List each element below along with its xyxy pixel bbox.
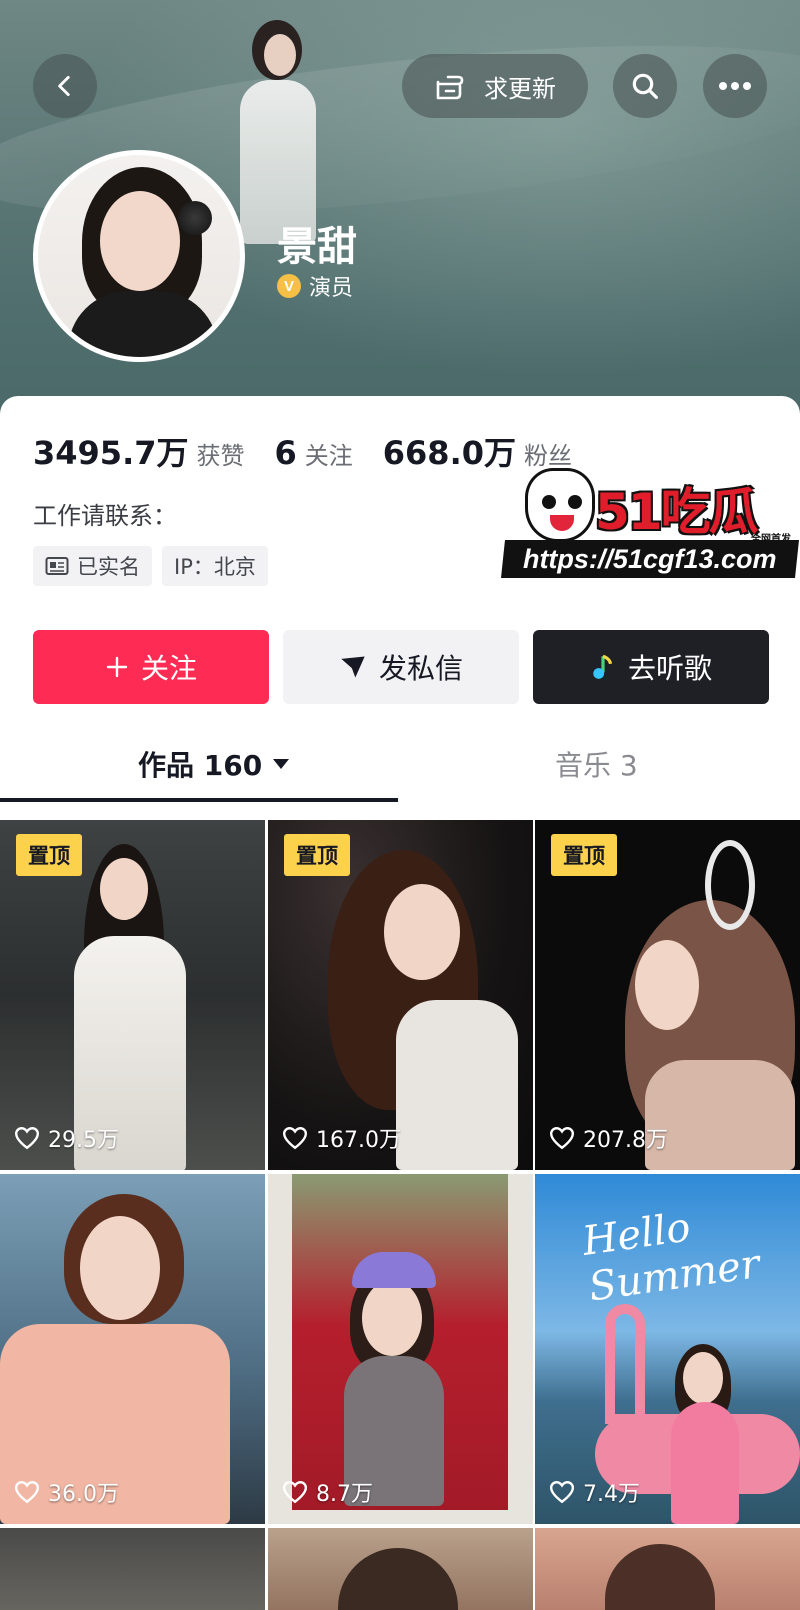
video-thumbnail: [0, 1194, 240, 1524]
video-item[interactable]: 置顶 29.5万: [0, 820, 265, 1170]
followers-label[interactable]: 粉丝: [524, 436, 572, 471]
follow-label: 关注: [140, 652, 197, 685]
follow-button[interactable]: 关注: [33, 630, 269, 704]
cover-figure: [236, 14, 322, 244]
video-grid: 置顶 29.5万 置顶 167.0万 置顶 207.8万 36.0万 8.7万 …: [0, 820, 800, 1610]
video-item[interactable]: [535, 1528, 800, 1610]
real-name-label: 已实名: [77, 555, 140, 579]
listen-music-button[interactable]: 去听歌: [533, 630, 769, 704]
ip-location-tag: IP：北京: [162, 546, 268, 586]
video-item[interactable]: Hello Summer 7.4万: [535, 1174, 800, 1524]
watermark: 51吃瓜 全网首发 https://51cgf13.com: [501, 468, 799, 578]
pointing-hand-icon: [436, 75, 464, 100]
watermark-logo: 51吃瓜: [595, 483, 759, 541]
tab-music-label: 音乐 3: [555, 749, 638, 782]
music-note-icon: [593, 654, 613, 679]
likes-count-label: 167.0万: [316, 1128, 401, 1153]
content-tabs: 作品 160 音乐 3: [0, 726, 800, 802]
back-button[interactable]: [33, 54, 97, 118]
video-thumbnail: [605, 840, 800, 1170]
video-likes: 167.0万: [282, 1122, 401, 1154]
likes-count-label: 29.5万: [48, 1128, 119, 1153]
request-update-button[interactable]: 求更新: [402, 54, 588, 118]
profile-cover: 求更新 景甜 V 演员: [0, 0, 800, 420]
real-name-tag: 已实名: [33, 546, 152, 586]
video-thumbnail: [292, 1174, 508, 1510]
tab-music[interactable]: 音乐 3: [555, 726, 638, 802]
contact-info: 工作请联系：: [33, 502, 177, 530]
search-button[interactable]: [613, 54, 677, 118]
message-label: 发私信: [378, 652, 463, 685]
verified-badge-icon: V: [277, 274, 301, 298]
more-dots-icon: [719, 82, 751, 90]
likes-label: 获赞: [196, 442, 245, 470]
video-likes: 8.7万: [282, 1476, 373, 1508]
heart-icon: [282, 1481, 308, 1504]
watermark-mascot-icon: [525, 468, 595, 542]
watermark-url-bar: https://51cgf13.com: [501, 540, 799, 578]
active-tab-indicator: [0, 798, 398, 802]
heart-icon: [549, 1127, 575, 1150]
send-icon: [341, 656, 365, 678]
likes-count: 3495.7万: [33, 434, 189, 472]
pinned-badge: 置顶: [16, 834, 82, 876]
watermark-url: https://51cgf13.com: [523, 543, 777, 574]
following-label[interactable]: 关注: [305, 436, 353, 471]
avatar[interactable]: [33, 150, 245, 362]
video-item[interactable]: [268, 1528, 533, 1610]
video-likes: 7.4万: [549, 1476, 640, 1508]
followers-count[interactable]: 668.0万: [383, 428, 516, 474]
more-button[interactable]: [703, 54, 767, 118]
plus-icon: [106, 656, 128, 678]
verification: V 演员: [277, 270, 353, 302]
ip-location-label: IP：北京: [174, 555, 256, 579]
profile-role: 演员: [309, 276, 354, 301]
request-update-label: 求更新: [484, 74, 556, 103]
tab-works[interactable]: 作品 160: [138, 726, 290, 802]
likes-count-label: 7.4万: [583, 1482, 640, 1507]
pinned-badge: 置顶: [551, 834, 617, 876]
hello-summer-text: Hello Summer: [579, 1204, 763, 1311]
caret-down-icon: [273, 759, 290, 769]
heart-icon: [14, 1481, 40, 1504]
likes-count-label: 36.0万: [48, 1482, 119, 1507]
heart-icon: [549, 1481, 575, 1504]
profile-tags: 已实名 IP：北京: [33, 546, 268, 586]
video-item[interactable]: [0, 1528, 265, 1610]
video-item[interactable]: 8.7万: [268, 1174, 533, 1524]
chevron-left-icon: [58, 75, 70, 97]
heart-icon: [14, 1127, 40, 1150]
listen-music-label: 去听歌: [627, 652, 712, 685]
likes-count-label: 207.8万: [583, 1128, 668, 1153]
id-card-icon: [45, 557, 69, 575]
video-likes: 29.5万: [14, 1122, 119, 1154]
likes-count-label: 8.7万: [316, 1482, 373, 1507]
video-likes: 207.8万: [549, 1122, 668, 1154]
video-likes: 36.0万: [14, 1476, 119, 1508]
pinned-badge: 置顶: [284, 834, 350, 876]
video-item[interactable]: 置顶 207.8万: [535, 820, 800, 1170]
heart-icon: [282, 1127, 308, 1150]
search-icon: [632, 73, 658, 99]
video-item[interactable]: 36.0万: [0, 1174, 265, 1524]
video-item[interactable]: 置顶 167.0万: [268, 820, 533, 1170]
following-count[interactable]: 6: [275, 434, 297, 472]
action-buttons: 关注 发私信 去听歌: [33, 630, 769, 704]
tab-works-label: 作品 160: [138, 749, 263, 782]
message-button[interactable]: 发私信: [283, 630, 519, 704]
profile-name: 景甜: [277, 224, 357, 270]
